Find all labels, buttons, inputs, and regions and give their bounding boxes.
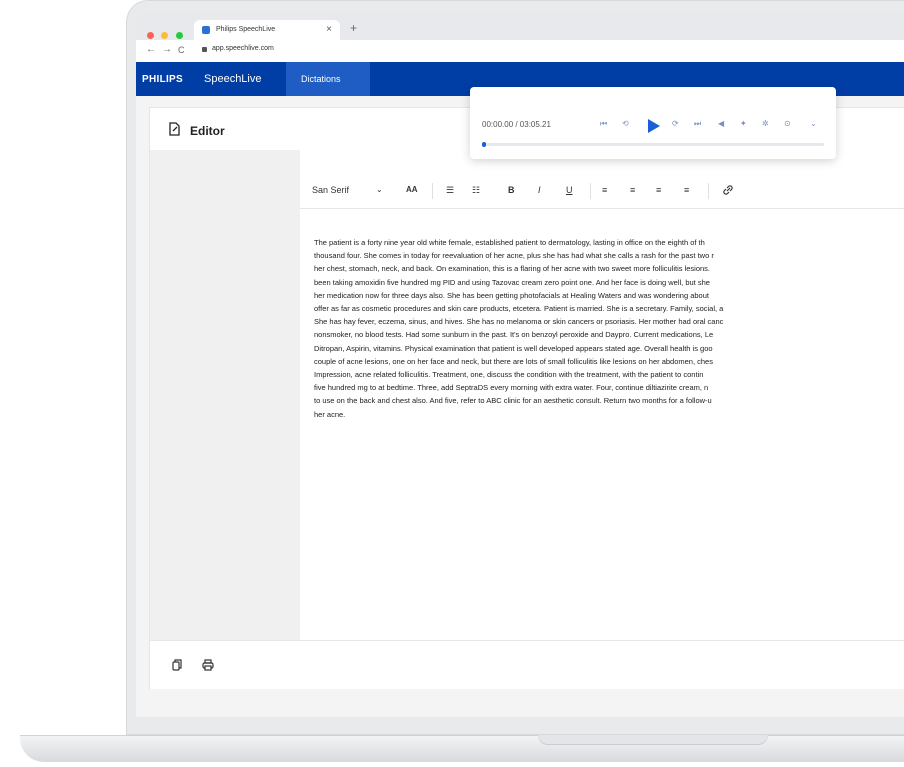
tab-dictations[interactable]: Dictations (286, 62, 370, 96)
close-window-dot[interactable] (147, 32, 154, 39)
skip-end-icon[interactable]: ⏭ (694, 119, 701, 129)
align-center-icon[interactable]: ≡ (630, 185, 635, 195)
underline-button[interactable]: U (566, 185, 573, 195)
laptop-notch (538, 735, 768, 745)
divider (590, 183, 591, 199)
divider (708, 183, 709, 199)
browser-tab[interactable]: Philips SpeechLive × (194, 20, 340, 40)
back-icon[interactable]: ← (146, 44, 156, 55)
new-tab-button[interactable]: + (350, 21, 357, 35)
progress-track[interactable] (482, 142, 824, 147)
formatting-toolbar: San Serif ⌄ AA ☰ ☷ B I U ≡ ≡ ≡ ≡ (300, 174, 904, 209)
expand-icon[interactable]: ⌄ (810, 119, 817, 128)
forward-icon[interactable]: → (162, 44, 172, 55)
tab-dictations-label: Dictations (301, 74, 341, 84)
marker-icon[interactable]: ✦ (740, 119, 747, 128)
laptop-base (20, 735, 904, 762)
print-icon[interactable] (202, 659, 214, 671)
copy-icon[interactable] (172, 659, 182, 671)
url-text[interactable]: app.speechlive.com (212, 45, 274, 52)
shield-icon (202, 26, 210, 34)
italic-button[interactable]: I (538, 185, 541, 195)
editor-footer (150, 640, 904, 689)
tab-title: Philips SpeechLive (216, 26, 276, 33)
bullet-list-icon[interactable]: ☰ (446, 185, 454, 196)
close-tab-icon[interactable]: × (326, 24, 332, 35)
skip-back-icon[interactable]: ⏮ (600, 119, 607, 129)
transcript-text[interactable]: The patient is a forty nine year old whi… (314, 236, 904, 421)
minimize-window-dot[interactable] (161, 32, 169, 39)
align-left-icon[interactable]: ≡ (602, 185, 607, 195)
screen: Philips SpeechLive × + ← → C app.speechl… (136, 12, 904, 717)
forward-icon[interactable]: ⟳ (672, 119, 679, 128)
rewind-icon[interactable]: ⟲ (622, 119, 629, 128)
play-icon[interactable] (648, 119, 660, 133)
product-name: SpeechLive (204, 73, 262, 85)
reload-icon[interactable]: C (178, 45, 185, 55)
divider (432, 183, 433, 199)
document-edit-icon (169, 122, 180, 136)
left-panel (150, 150, 300, 640)
progress-thumb[interactable] (482, 142, 486, 147)
maximize-window-dot[interactable] (175, 32, 183, 39)
chevron-down-icon[interactable]: ⌄ (376, 185, 383, 194)
editor-card: Editor San Serif ⌄ AA ☰ ☷ B I U ≡ ≡ ≡ ≡ (150, 108, 904, 689)
browser-tabbar: Philips SpeechLive × + (136, 12, 904, 40)
speed-icon[interactable]: ✲ (762, 119, 769, 128)
text-size-button[interactable]: AA (406, 185, 418, 194)
brand-logo: PHILIPS (142, 74, 183, 85)
volume-icon[interactable]: ◀ (718, 119, 724, 128)
editor-title: Editor (190, 124, 225, 138)
settings-icon[interactable]: ⊙ (784, 119, 791, 128)
lock-icon (202, 47, 207, 52)
font-select[interactable]: San Serif (312, 185, 349, 195)
align-justify-icon[interactable]: ≡ (684, 185, 689, 195)
audio-player: 00:00.00 / 03:05.21 ⏮ ⟲ ⟳ ⏭ ◀ ✦ ✲ ⊙ ⌄ (470, 87, 836, 159)
address-bar: ← → C app.speechlive.com (136, 40, 904, 63)
numbered-list-icon[interactable]: ☷ (472, 185, 480, 196)
document-area[interactable]: San Serif ⌄ AA ☰ ☷ B I U ≡ ≡ ≡ ≡ The pat… (300, 150, 904, 640)
align-right-icon[interactable]: ≡ (656, 185, 661, 195)
link-icon[interactable] (722, 184, 734, 196)
bold-button[interactable]: B (508, 185, 515, 195)
playback-time: 00:00.00 / 03:05.21 (482, 120, 551, 129)
